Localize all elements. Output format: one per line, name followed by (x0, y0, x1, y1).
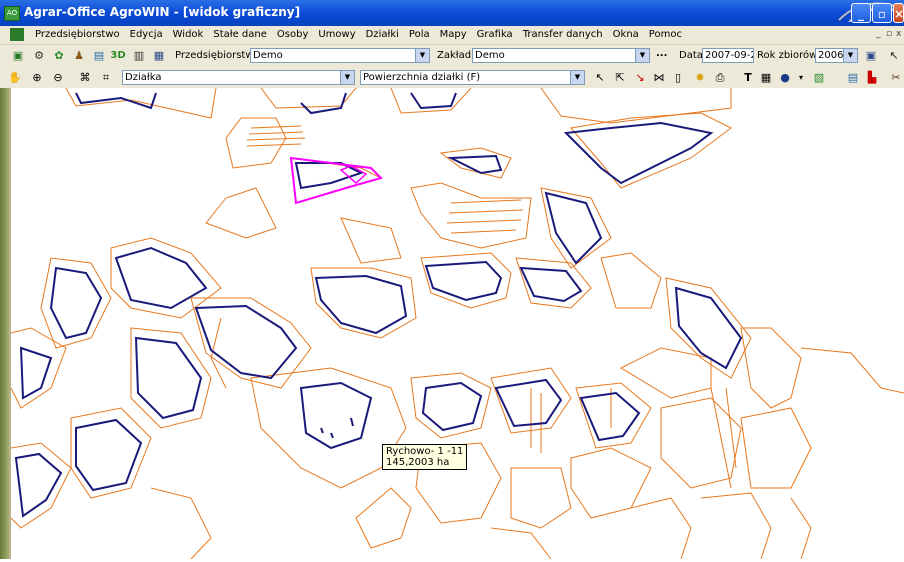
menu-przedsiebiorstwo[interactable]: Przedsiębiorstwo (30, 26, 125, 40)
app-icon: AO (4, 6, 20, 21)
draw-line-icon[interactable]: ↘ (632, 70, 648, 86)
print-icon[interactable]: ⎙ (712, 70, 728, 86)
document-icon[interactable]: ▥ (131, 48, 147, 64)
maximize-button[interactable]: ▫ (872, 3, 892, 23)
enterprise-value: Demo (253, 50, 283, 61)
menu-widok[interactable]: Widok (168, 26, 209, 40)
legend-icon[interactable]: ▤ (845, 70, 861, 86)
enterprise-icon[interactable]: ▣ (10, 48, 26, 64)
menu-grafika[interactable]: Grafika (472, 26, 518, 40)
chevron-down-icon[interactable]: ▾ (793, 70, 809, 86)
menu-pola[interactable]: Pola (404, 26, 435, 40)
mdi-close-icon[interactable]: x (896, 29, 901, 39)
close-button[interactable]: × (893, 3, 904, 23)
zoom-out-icon[interactable]: ⊖ (50, 70, 66, 86)
map-icon[interactable]: ▦ (151, 48, 167, 64)
parcel-map[interactable] (10, 87, 904, 560)
highlight-icon[interactable]: ✸ (692, 70, 708, 86)
map-canvas[interactable]: Rychowo- 1 -11 145,2003 ha (10, 87, 904, 560)
export-icon[interactable]: ▙ (864, 70, 880, 86)
plant-select[interactable]: Demo ▼ (472, 48, 650, 63)
merge-icon[interactable]: ▯ (670, 70, 686, 86)
menu-bar: Przedsiębiorstwo Edycja Widok Stałe dane… (0, 26, 904, 45)
minimize-button[interactable]: _ (851, 3, 871, 23)
menu-transfer-danych[interactable]: Transfer danych (518, 26, 608, 40)
date-label: Data (679, 50, 703, 61)
mdi-minimize-icon[interactable]: _ (876, 29, 881, 39)
year-select[interactable]: 2006 ▼ (815, 48, 858, 63)
layer-value: Działka (125, 72, 162, 83)
menu-stale-dane[interactable]: Stałe dane (208, 26, 272, 40)
chevron-down-icon[interactable]: ▼ (843, 49, 857, 62)
plant-label: Zakład (437, 50, 472, 61)
3d-icon[interactable]: 3D (110, 48, 126, 64)
mdi-child-icon[interactable] (10, 28, 24, 41)
layer-select[interactable]: Działka ▼ (122, 70, 355, 85)
crop-icon[interactable]: ✿ (51, 48, 67, 64)
text-tool-icon[interactable]: T (740, 70, 756, 86)
tooltip-line1: Rychowo- 1 -11 (386, 446, 464, 457)
year-value: 2006 (818, 50, 844, 61)
plant-value: Demo (475, 50, 505, 61)
table-icon[interactable]: ▦ (758, 70, 774, 86)
person-icon[interactable]: ♟ (71, 48, 87, 64)
toolbar-main: ▣ ⚙ ✿ ♟ ▤ 3D ▥ ▦ Przedsiębiorstwo Demo ▼… (0, 45, 904, 68)
chevron-down-icon[interactable]: ▼ (635, 49, 649, 62)
menu-pomoc[interactable]: Pomoc (644, 26, 687, 40)
layers-icon[interactable]: ▧ (811, 70, 827, 86)
chevron-down-icon[interactable]: ▼ (415, 49, 429, 62)
tooltip-line2: 145,2003 ha (386, 457, 450, 468)
attribute-select[interactable]: Powierzchnia działki (F) ▼ (360, 70, 585, 85)
globe-icon[interactable]: ● (777, 70, 793, 86)
menu-mapy[interactable]: Mapy (435, 26, 472, 40)
date-field[interactable]: 2007-09-20 (702, 48, 754, 63)
help-pointer-icon[interactable]: ↖ (886, 48, 902, 64)
year-label: Rok zbiorów (757, 50, 818, 61)
toolbar-map: ✋ ⊕ ⊖ ⌘ ⌗ Działka ▼ Powierzchnia działki… (0, 67, 904, 90)
calendar-icon[interactable]: ▣ (863, 48, 879, 64)
field-outlines (14, 92, 743, 518)
zoom-selection-icon[interactable]: ⌗ (98, 70, 114, 86)
hand-pan-icon[interactable]: ✋ (7, 70, 23, 86)
menu-okna[interactable]: Okna (608, 26, 644, 40)
chevron-down-icon[interactable]: ▼ (570, 71, 584, 84)
background-strip (0, 88, 11, 559)
parcel-tooltip: Rychowo- 1 -11 145,2003 ha (382, 444, 468, 470)
split-icon[interactable]: ⋈ (651, 70, 667, 86)
tools-icon[interactable]: ✂ (888, 70, 904, 86)
tractor-icon[interactable]: ⚙ (31, 48, 47, 64)
menu-umowy[interactable]: Umowy (313, 26, 360, 40)
menu-edycja[interactable]: Edycja (125, 26, 168, 40)
select-multi-icon[interactable]: ⇱ (612, 70, 628, 86)
zoom-extent-icon[interactable]: ⌘ (77, 70, 93, 86)
chart-icon[interactable]: ▤ (91, 48, 107, 64)
enterprise-select[interactable]: Demo ▼ (250, 48, 430, 63)
menu-dzialki[interactable]: Działki (361, 26, 404, 40)
title-bar: AO Agrar-Office AgroWIN - [widok graficz… (0, 0, 904, 26)
enterprise-label: Przedsiębiorstwo (175, 50, 260, 61)
mdi-restore-icon[interactable]: ▫ (886, 29, 892, 39)
attribute-value: Powierzchnia działki (F) (363, 72, 481, 83)
chevron-down-icon[interactable]: ▼ (340, 71, 354, 84)
window-title: Agrar-Office AgroWIN - [widok graficzny] (24, 5, 301, 19)
zoom-in-icon[interactable]: ⊕ (29, 70, 45, 86)
ellipsis-button[interactable]: ... (656, 48, 667, 59)
menu-osoby[interactable]: Osoby (272, 26, 313, 40)
select-arrow-icon[interactable]: ↖ (592, 70, 608, 86)
